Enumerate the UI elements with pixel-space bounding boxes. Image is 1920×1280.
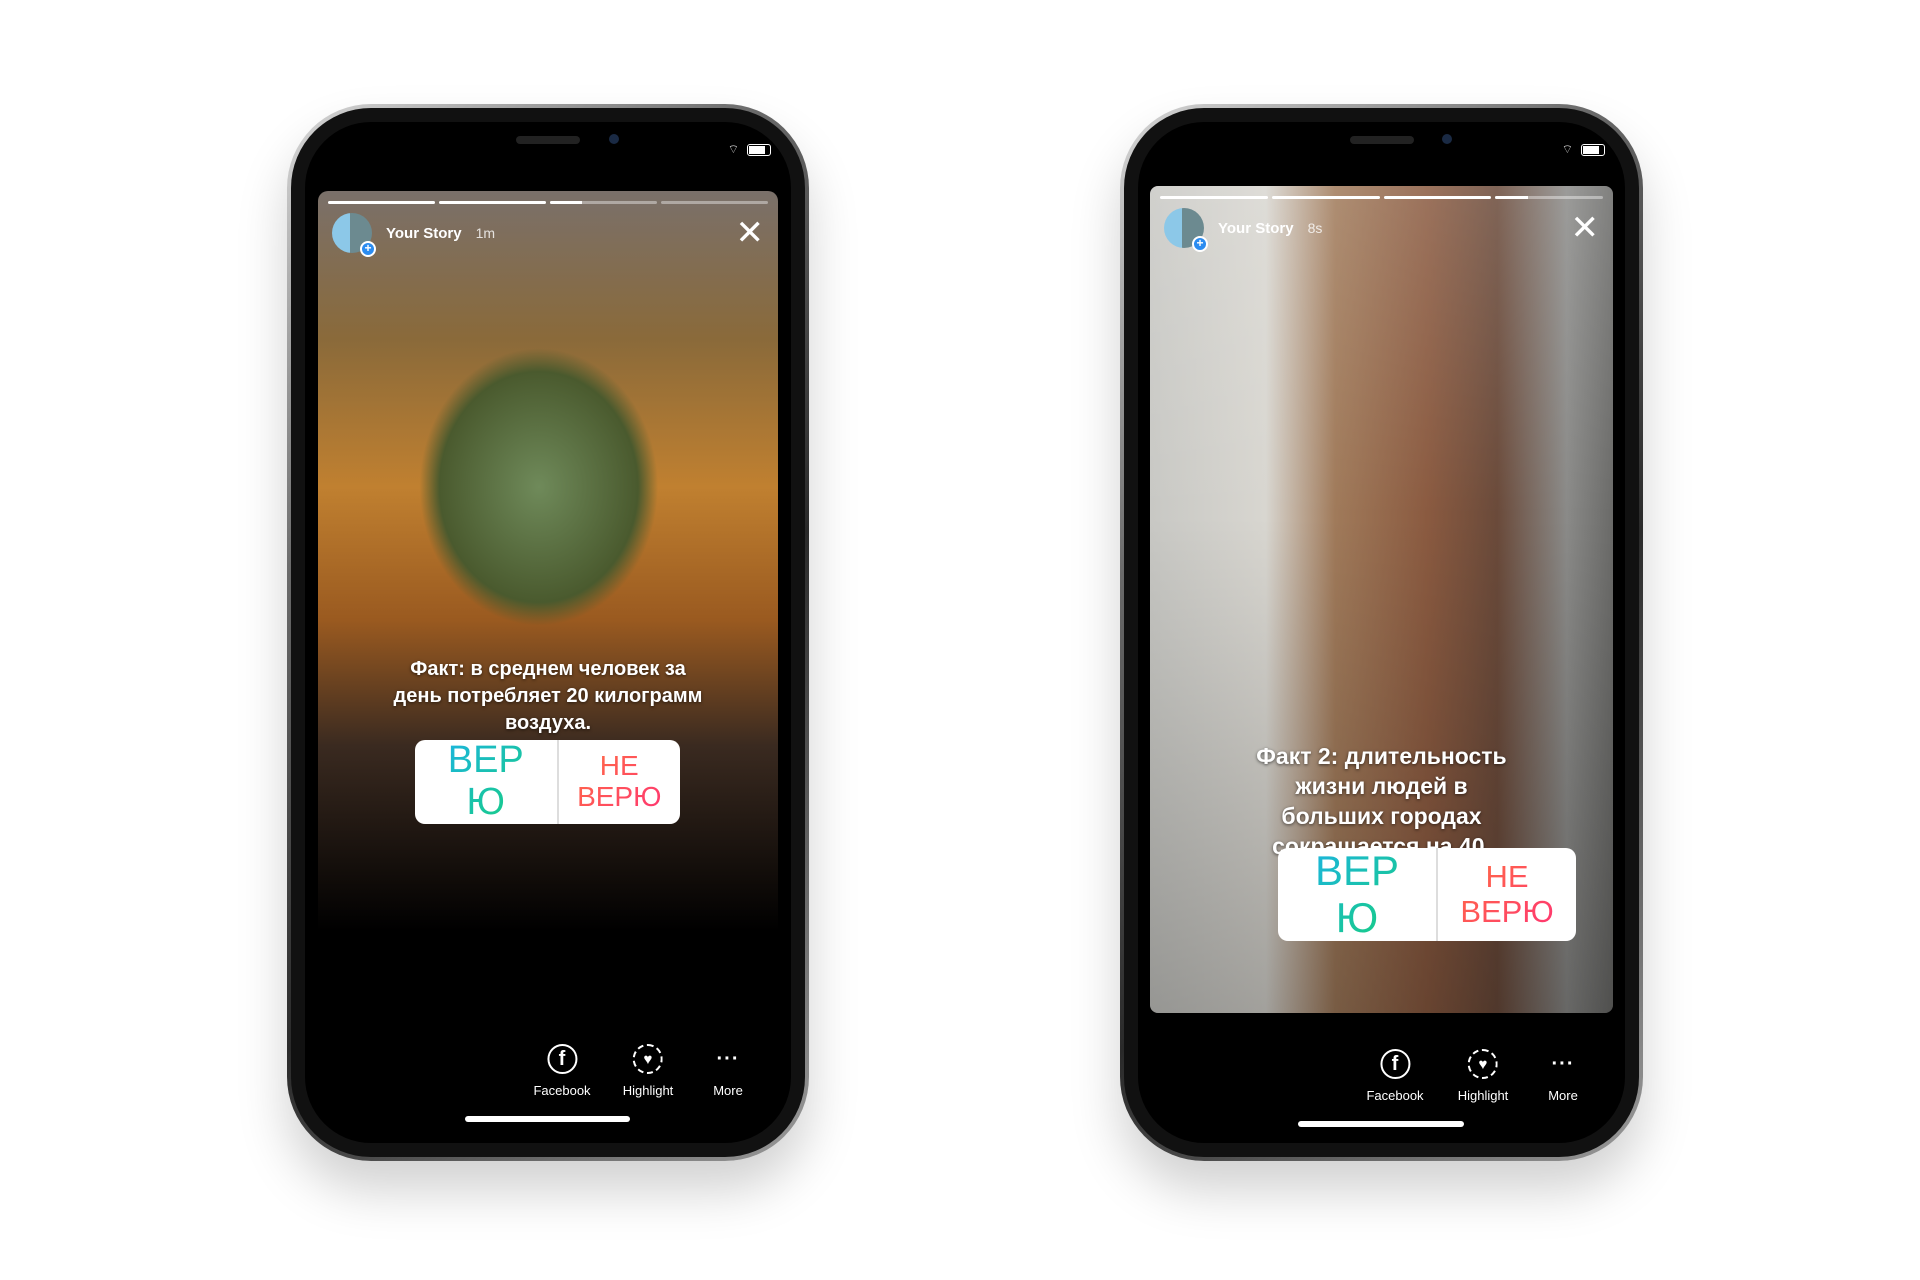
more-button[interactable]: ··· More — [713, 1044, 743, 1099]
progress-segment — [1271, 196, 1380, 199]
progress-segment — [1160, 196, 1268, 199]
story-header: + Your Story 8s ✕ — [1164, 208, 1600, 252]
status-bar: ⌔ — [1562, 142, 1605, 157]
camera — [609, 134, 619, 144]
highlight-button[interactable]: ♥ Highlight — [1457, 1049, 1509, 1103]
story-time: 1m — [475, 225, 496, 241]
highlight-button[interactable]: ♥ Highlight — [622, 1044, 674, 1098]
phone-right: ⌔ + Your Story 8s ✕ Факт 2: длительность… — [1120, 104, 1643, 1161]
story-caption: Факт: в среднем человек за день потребля… — [393, 658, 703, 734]
add-plus-icon: + — [360, 241, 376, 257]
poll-sticker: ВЕР Ю НЕ ВЕРЮ — [1278, 848, 1576, 941]
phone-screen: ⌔ + Your Story 8s ✕ Факт 2: длительность… — [1138, 122, 1625, 1143]
story-progress — [1160, 196, 1603, 199]
camera — [1442, 134, 1452, 144]
highlight-heart-icon: ♥ — [1468, 1049, 1498, 1079]
wifi-icon: ⌔ — [1561, 142, 1573, 156]
avatar[interactable]: + — [1164, 208, 1208, 252]
progress-segment — [328, 201, 435, 204]
wifi-icon: ⌔ — [727, 142, 739, 156]
story-header: + Your Story 1m ✕ — [332, 213, 765, 257]
story-view[interactable]: + Your Story 8s ✕ Факт 2: длительность ж… — [1150, 186, 1613, 1013]
more-dots-icon: ··· — [1551, 1052, 1575, 1075]
progress-segment — [550, 201, 657, 204]
facebook-icon: f — [547, 1044, 577, 1074]
story-time: 8s — [1307, 220, 1323, 236]
poll-option-yes[interactable]: ВЕР Ю — [1278, 848, 1438, 941]
share-facebook-button[interactable]: f Facebook — [533, 1044, 591, 1098]
status-bar: ⌔ — [728, 142, 771, 157]
more-button[interactable]: ··· More — [1548, 1049, 1578, 1104]
home-indicator[interactable] — [1298, 1121, 1464, 1127]
progress-segment — [439, 201, 546, 204]
battery-icon — [747, 143, 771, 156]
speaker — [1349, 136, 1414, 144]
action-label: Facebook — [533, 1083, 591, 1098]
poll-option-no[interactable]: НЕ ВЕРЮ — [559, 740, 681, 824]
story-title: Your Story — [386, 224, 462, 242]
story-view[interactable]: + Your Story 1m ✕ Факт: в среднем челове… — [318, 191, 778, 931]
progress-segment — [661, 201, 768, 204]
poll-option-no[interactable]: НЕ ВЕРЮ — [1438, 848, 1576, 941]
progress-segment — [1495, 196, 1603, 199]
story-progress — [328, 201, 768, 204]
action-label: More — [713, 1083, 743, 1098]
highlight-heart-icon: ♥ — [633, 1044, 663, 1074]
phone-left: ⌔ + Your Story 1m ✕ Факт: в среднем чело… — [287, 104, 809, 1161]
poll-option-yes[interactable]: ВЕР Ю — [415, 740, 559, 824]
story-caption: Факт 2: длительность жизни людей в больш… — [1256, 743, 1507, 859]
progress-segment — [1383, 196, 1492, 199]
add-plus-icon: + — [1192, 236, 1208, 252]
avatar[interactable]: + — [332, 213, 376, 257]
more-dots-icon: ··· — [716, 1047, 740, 1070]
speaker — [516, 136, 580, 144]
close-icon[interactable]: ✕ — [1571, 211, 1600, 245]
action-label: More — [1548, 1088, 1578, 1103]
home-indicator[interactable] — [465, 1116, 630, 1122]
action-label: Highlight — [622, 1083, 674, 1098]
phone-screen: ⌔ + Your Story 1m ✕ Факт: в среднем чело… — [305, 122, 791, 1143]
facebook-icon: f — [1380, 1049, 1410, 1079]
poll-sticker: ВЕР Ю НЕ ВЕРЮ — [415, 740, 680, 824]
share-facebook-button[interactable]: f Facebook — [1366, 1049, 1424, 1103]
close-icon[interactable]: ✕ — [736, 216, 765, 250]
story-title: Your Story — [1218, 219, 1294, 237]
battery-icon — [1581, 143, 1605, 156]
action-label: Highlight — [1457, 1088, 1509, 1103]
action-label: Facebook — [1366, 1088, 1424, 1103]
